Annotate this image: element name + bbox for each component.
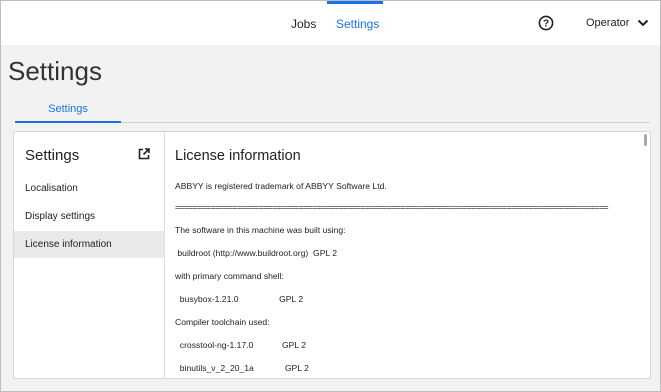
license-line: with primary command shell: <box>175 271 284 281</box>
tab-settings[interactable]: Settings <box>15 97 121 122</box>
settings-sidebar: Settings Localisation Display settings L… <box>14 132 165 378</box>
active-tab-indicator <box>15 121 121 123</box>
user-label: Operator <box>586 17 630 29</box>
license-line: busybox-1.21.0 GPL 2 <box>175 294 304 304</box>
help-circle-icon[interactable]: ? <box>538 15 554 31</box>
license-line: buildroot (http://www.buildroot.org) GPL… <box>175 248 338 258</box>
license-separator: ========================================… <box>175 202 609 212</box>
license-line: ABBYY is registered trademark of ABBYY S… <box>175 181 387 191</box>
license-line: binutils_v_2_20_1a GPL 2 <box>175 363 309 373</box>
license-line: The software in this machine was built u… <box>175 225 346 235</box>
sidebar-title: Settings <box>25 147 80 164</box>
active-nav-indicator <box>327 1 383 4</box>
chevron-down-icon[interactable] <box>637 18 649 28</box>
open-external-icon[interactable] <box>138 148 150 160</box>
page-title: Settings <box>8 56 102 86</box>
content-title: License information <box>175 148 301 164</box>
nav-settings[interactable]: Settings <box>336 17 379 31</box>
sidebar-item-display-settings[interactable]: Display settings <box>14 203 164 230</box>
top-bar: Jobs Settings ? Operator <box>1 1 660 45</box>
svg-text:?: ? <box>543 19 549 30</box>
license-line: Compiler toolchain used: <box>175 317 270 327</box>
license-line: crosstool-ng-1.17.0 GPL 2 <box>175 340 307 350</box>
settings-card: Settings Localisation Display settings L… <box>13 131 651 379</box>
nav-jobs[interactable]: Jobs <box>291 17 316 31</box>
content-scrollbar[interactable] <box>644 134 647 146</box>
sidebar-item-localisation[interactable]: Localisation <box>14 175 164 202</box>
sidebar-item-license-information[interactable]: License information <box>14 231 164 258</box>
license-content: License information ABBYY is registered … <box>165 132 650 378</box>
